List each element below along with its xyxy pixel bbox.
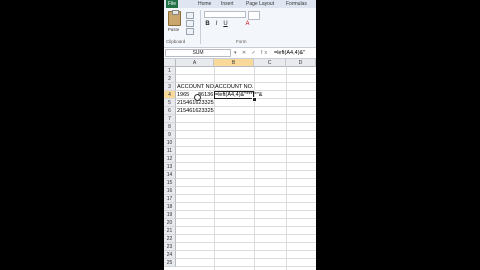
row-header-14[interactable]: 14	[164, 171, 176, 179]
tab-home[interactable]: Home	[198, 0, 211, 8]
grid-line	[176, 186, 316, 187]
grid-line	[176, 258, 316, 259]
grid-line	[176, 242, 316, 243]
clipboard-group-label: Clipboard	[166, 39, 186, 44]
row-header-13[interactable]: 13	[164, 163, 176, 171]
cell-b4-formula[interactable]: =left(A4,4)&"*****"&	[215, 91, 262, 99]
row-header-20[interactable]: 20	[164, 219, 176, 227]
formula-bar: SUM ▾ ✕ ✓ fx =left(A4,4)&"	[164, 48, 316, 59]
mouse-cursor-icon	[194, 94, 201, 101]
row-header-11[interactable]: 11	[164, 147, 176, 155]
row-header-18[interactable]: 18	[164, 203, 176, 211]
group-separator	[200, 10, 201, 44]
row-header-2[interactable]: 2	[164, 75, 176, 83]
row-header-15[interactable]: 15	[164, 179, 176, 187]
grid-line	[176, 178, 316, 179]
name-box[interactable]: SUM	[165, 49, 231, 57]
ribbon-tabs: File Home Insert Page Layout Formulas	[164, 0, 316, 8]
row-header-17[interactable]: 17	[164, 195, 176, 203]
column-header-b[interactable]: B	[214, 59, 254, 67]
grid-line	[176, 138, 316, 139]
grid-line	[176, 226, 316, 227]
grid-line	[176, 266, 316, 267]
column-header-a[interactable]: A	[176, 59, 214, 67]
grid-line	[176, 146, 316, 147]
copy-icon[interactable]	[186, 20, 194, 27]
grid-line	[176, 170, 316, 171]
row-header-16[interactable]: 16	[164, 187, 176, 195]
row-header-7[interactable]: 7	[164, 115, 176, 123]
row-header-21[interactable]: 21	[164, 227, 176, 235]
row-header-3[interactable]: 3	[164, 83, 176, 91]
tab-page-layout[interactable]: Page Layout	[246, 0, 274, 8]
grid-line	[176, 154, 316, 155]
row-header-25[interactable]: 25	[164, 259, 176, 267]
cut-icon[interactable]	[186, 12, 194, 19]
format-painter-icon[interactable]	[186, 28, 194, 35]
row-header-24[interactable]: 24	[164, 251, 176, 259]
grid-line	[176, 162, 316, 163]
tab-formulas[interactable]: Formulas	[286, 0, 307, 8]
row-header-5[interactable]: 5	[164, 99, 176, 107]
row-header-19[interactable]: 19	[164, 211, 176, 219]
underline-button[interactable]: U	[222, 21, 229, 28]
italic-button[interactable]: I	[213, 21, 220, 28]
font-size-select[interactable]	[248, 11, 260, 20]
row-header-22[interactable]: 22	[164, 235, 176, 243]
ribbon: Paste B I U A Clipboard Form	[164, 8, 316, 48]
grid-line	[176, 74, 316, 75]
font-group-label: Form	[236, 39, 247, 44]
excel-window: File Home Insert Page Layout Formulas Pa…	[164, 0, 316, 270]
row-header-4[interactable]: 4	[164, 91, 176, 99]
row-header-1[interactable]: 1	[164, 67, 176, 75]
grid-line	[176, 210, 316, 211]
row-header-12[interactable]: 12	[164, 155, 176, 163]
grid-line	[176, 130, 316, 131]
column-header-c[interactable]: C	[254, 59, 286, 67]
column-header-d[interactable]: D	[286, 59, 316, 67]
paste-button[interactable]: Paste	[166, 10, 181, 33]
row-header-8[interactable]: 8	[164, 123, 176, 131]
cell-b3[interactable]: ACCOUNT NO.	[215, 83, 253, 91]
select-all-corner[interactable]	[164, 59, 176, 67]
tab-file[interactable]: File	[166, 0, 179, 8]
row-header-10[interactable]: 10	[164, 139, 176, 147]
grid-line	[176, 122, 316, 123]
row-header-6[interactable]: 6	[164, 107, 176, 115]
grid-line	[176, 194, 316, 195]
bold-button[interactable]: B	[204, 21, 211, 28]
font-name-select[interactable]	[204, 11, 246, 18]
row-header-9[interactable]: 9	[164, 131, 176, 139]
font-color-button[interactable]: A	[244, 21, 251, 28]
grid-line	[176, 250, 316, 251]
cell-a6[interactable]: 215461623325	[177, 107, 214, 115]
cell-a3[interactable]: ACCOUNT NO.	[177, 83, 215, 91]
paste-label: Paste	[167, 27, 180, 32]
cell-a4-part1[interactable]: 1965	[177, 91, 189, 99]
grid-line	[176, 234, 316, 235]
grid-line	[176, 218, 316, 219]
formula-input[interactable]: =left(A4,4)&"	[274, 49, 316, 57]
grid-line	[176, 202, 316, 203]
row-header-23[interactable]: 23	[164, 243, 176, 251]
formula-bar-icons[interactable]: ▾ ✕ ✓ fx	[234, 49, 269, 57]
clipboard-icon	[168, 10, 181, 26]
tab-insert[interactable]: Insert	[221, 0, 234, 8]
